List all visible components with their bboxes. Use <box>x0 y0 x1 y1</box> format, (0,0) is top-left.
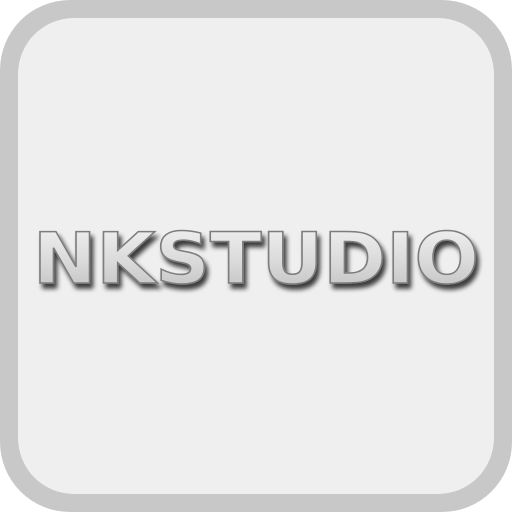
nkstudio-logo: NKSTUDIO <box>32 217 480 301</box>
logo-text: NKSTUDIO <box>33 218 479 300</box>
